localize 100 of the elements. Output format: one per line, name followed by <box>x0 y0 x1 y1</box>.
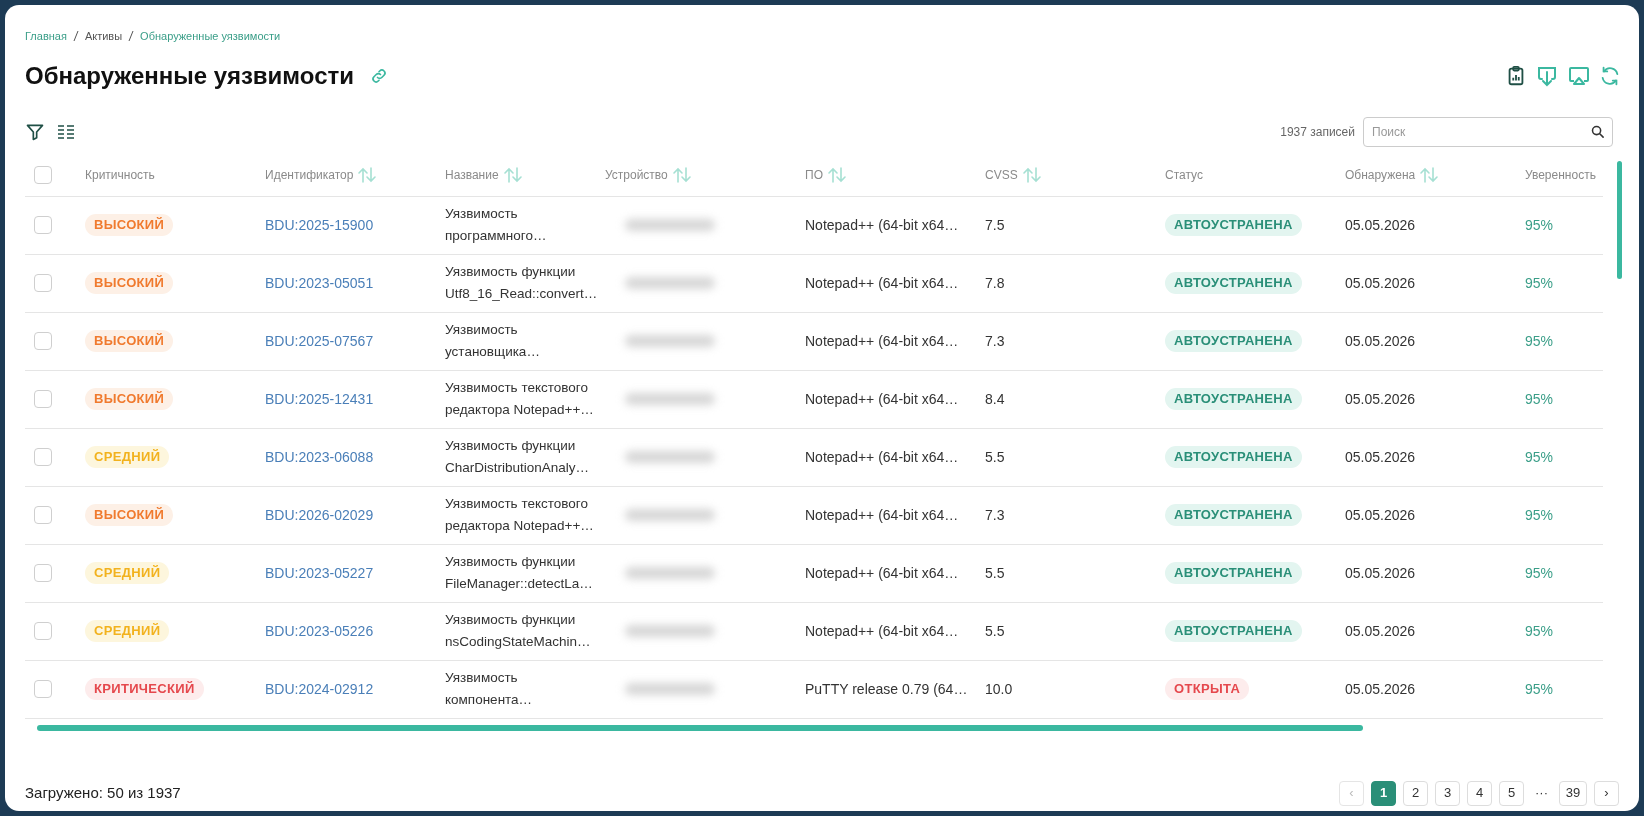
vulnerability-id-link[interactable]: BDU:2023-06088 <box>265 448 374 465</box>
sort-icon[interactable] <box>1419 167 1440 183</box>
severity-badge: ВЫСОКИЙ <box>85 272 174 294</box>
confidence-value: 95% <box>1525 506 1554 523</box>
page-button[interactable]: 3 <box>1435 780 1460 806</box>
column-header[interactable]: ПО <box>805 166 985 184</box>
detected-date: 05.05.2026 <box>1345 390 1416 407</box>
sort-icon[interactable] <box>671 167 692 183</box>
checkbox[interactable] <box>34 506 52 524</box>
confidence-value: 95% <box>1525 274 1554 291</box>
column-header: Статус <box>1165 167 1204 184</box>
status-badge: АВТОУСТРАНЕНА <box>1165 562 1302 584</box>
horizontal-scrollbar-thumb[interactable] <box>37 724 1363 731</box>
detected-date: 05.05.2026 <box>1345 332 1416 349</box>
software-cell: Notepad++ (64-bit x64… <box>805 216 959 233</box>
cvss-score: 5.5 <box>985 622 1005 639</box>
page-button[interactable]: 5 <box>1499 780 1524 806</box>
vulnerability-id-link[interactable]: BDU:2025-15900 <box>265 216 374 233</box>
status-badge: ОТКРЫТА <box>1165 678 1250 700</box>
pagination-ellipsis: ··· <box>1534 784 1549 803</box>
sort-icon[interactable] <box>357 167 378 183</box>
checkbox[interactable] <box>34 166 52 184</box>
column-header[interactable]: Обнаружена <box>1345 166 1525 184</box>
software-cell: Notepad++ (64-bit x64… <box>805 506 959 523</box>
confidence-value: 95% <box>1525 448 1554 465</box>
software-cell: PuTTY release 0.79 (64… <box>805 680 968 697</box>
confidence-value: 95% <box>1525 390 1554 407</box>
cvss-score: 5.5 <box>985 564 1005 581</box>
column-header[interactable]: Устройство <box>605 166 805 184</box>
severity-badge: КРИТИЧЕСКИЙ <box>85 678 204 700</box>
checkbox[interactable] <box>34 448 52 466</box>
column-header[interactable]: Идентификатор <box>265 166 445 184</box>
page-button[interactable]: 39 <box>1559 780 1587 806</box>
cvss-score: 8.4 <box>985 390 1005 407</box>
page-title: Обнаруженные уязвимости <box>25 60 354 91</box>
scrollbar-thumb[interactable] <box>1617 160 1622 279</box>
record-count: 1937 записей <box>1280 123 1355 141</box>
vulnerability-name: Уязвимость функции Utf8_16_Read::convert… <box>445 263 597 303</box>
search-icon[interactable] <box>1590 123 1605 139</box>
detected-date: 05.05.2026 <box>1345 680 1416 697</box>
sort-icon[interactable] <box>1021 167 1042 183</box>
cvss-score: 7.3 <box>985 506 1005 523</box>
vulnerability-name: Уязвимость текстового редактора Notepad++… <box>445 495 595 535</box>
checkbox[interactable] <box>34 274 52 292</box>
vulnerability-id-link[interactable]: BDU:2024-02912 <box>265 680 374 697</box>
slash-icon <box>72 31 79 42</box>
status-badge: АВТОУСТРАНЕНА <box>1165 504 1302 526</box>
software-cell: Notepad++ (64-bit x64… <box>805 332 959 349</box>
sort-icon[interactable] <box>502 167 523 183</box>
checkbox[interactable] <box>34 564 52 582</box>
severity-badge: СРЕДНИЙ <box>85 562 170 584</box>
checkbox[interactable] <box>34 390 52 408</box>
vulnerability-id-link[interactable]: BDU:2025-12431 <box>265 390 374 407</box>
cvss-score: 7.5 <box>985 216 1005 233</box>
columns-icon[interactable] <box>57 123 75 140</box>
refresh-icon[interactable] <box>1599 64 1621 87</box>
detected-date: 05.05.2026 <box>1345 274 1416 291</box>
vulnerability-name: Уязвимость компонента… <box>445 669 534 709</box>
vulnerability-id-link[interactable]: BDU:2026-02029 <box>265 506 374 523</box>
checkbox[interactable] <box>34 216 52 234</box>
status-badge: АВТОУСТРАНЕНА <box>1165 620 1302 642</box>
confidence-value: 95% <box>1525 332 1554 349</box>
breadcrumb-link[interactable]: Главная <box>25 28 67 45</box>
vulnerability-id-link[interactable]: BDU:2023-05051 <box>265 274 374 291</box>
page-button[interactable]: 2 <box>1403 780 1428 806</box>
checkbox[interactable] <box>34 332 52 350</box>
column-header: Критичность <box>85 167 156 184</box>
page-button[interactable]: 1 <box>1371 780 1396 806</box>
next-page-button[interactable]: › <box>1594 780 1619 806</box>
software-cell: Notepad++ (64-bit x64… <box>805 390 959 407</box>
status-badge: АВТОУСТРАНЕНА <box>1165 446 1302 468</box>
breadcrumb-link[interactable]: Обнаруженные уязвимости <box>140 28 281 45</box>
software-cell: Notepad++ (64-bit x64… <box>805 622 959 639</box>
vulnerability-id-link[interactable]: BDU:2025-07567 <box>265 332 374 349</box>
status-badge: АВТОУСТРАНЕНА <box>1165 214 1302 236</box>
column-header[interactable]: CVSS <box>985 166 1165 184</box>
cvss-score: 7.3 <box>985 332 1005 349</box>
loaded-count: Загружено: 50 из 1937 <box>25 782 181 803</box>
vulnerability-id-link[interactable]: BDU:2023-05226 <box>265 622 374 639</box>
severity-badge: СРЕДНИЙ <box>85 620 170 642</box>
status-badge: АВТОУСТРАНЕНА <box>1165 388 1302 410</box>
vulnerability-name: Уязвимость функции nsCodingStateMachin… <box>445 611 592 651</box>
vulnerability-id-link[interactable]: BDU:2023-05227 <box>265 564 374 581</box>
sort-icon[interactable] <box>826 167 847 183</box>
checkbox[interactable] <box>34 622 52 640</box>
confidence-value: 95% <box>1525 216 1554 233</box>
severity-badge: ВЫСОКИЙ <box>85 330 174 352</box>
vulnerability-name: Уязвимость функции FileManager::detectLa… <box>445 553 594 593</box>
column-header: Уверенность <box>1525 167 1597 184</box>
search-field[interactable]: Поиск <box>1363 116 1613 147</box>
checkbox[interactable] <box>34 680 52 698</box>
detected-date: 05.05.2026 <box>1345 448 1416 465</box>
software-cell: Notepad++ (64-bit x64… <box>805 564 959 581</box>
page-button[interactable]: 4 <box>1467 780 1492 806</box>
link-icon[interactable] <box>370 66 388 85</box>
column-header[interactable]: Название <box>445 166 605 184</box>
vulnerability-name: Уязвимость установщика… <box>445 321 541 361</box>
severity-badge: СРЕДНИЙ <box>85 446 170 468</box>
status-badge: АВТОУСТРАНЕНА <box>1165 330 1302 352</box>
detected-date: 05.05.2026 <box>1345 216 1416 233</box>
